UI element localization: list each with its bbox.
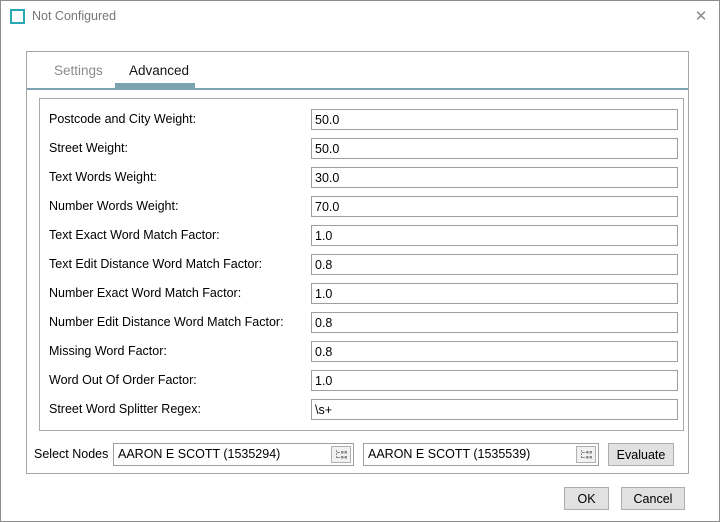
select-nodes-label: Select Nodes	[34, 447, 109, 461]
tab-panel: Settings Advanced Postcode and City Weig…	[26, 51, 689, 474]
window-title: Not Configured	[32, 9, 117, 23]
node-selector-2[interactable]: AARON E SCOTT (1535539)	[363, 443, 599, 466]
form-row: Text Edit Distance Word Match Factor:	[49, 254, 678, 275]
text-edit-distance-word-match-factor-input[interactable]	[311, 254, 678, 275]
app-icon	[10, 9, 25, 24]
field-label: Postcode and City Weight:	[49, 112, 197, 126]
tab-settings[interactable]: Settings	[54, 63, 103, 78]
form-row: Number Words Weight:	[49, 196, 678, 217]
form-row: Number Edit Distance Word Match Factor:	[49, 312, 678, 333]
form-row: Street Weight:	[49, 138, 678, 159]
number-words-weight-input[interactable]	[311, 196, 678, 217]
form-row: Number Exact Word Match Factor:	[49, 283, 678, 304]
tree-select-icon	[581, 450, 592, 459]
text-words-weight-input[interactable]	[311, 167, 678, 188]
node-selector-1[interactable]: AARON E SCOTT (1535294)	[113, 443, 354, 466]
field-label: Word Out Of Order Factor:	[49, 373, 197, 387]
form-row: Text Words Weight:	[49, 167, 678, 188]
form-row: Postcode and City Weight:	[49, 109, 678, 130]
field-label: Street Weight:	[49, 141, 128, 155]
field-label: Number Exact Word Match Factor:	[49, 286, 242, 300]
title-bar: Not Configured ✕	[1, 1, 719, 31]
node-selector-1-value: AARON E SCOTT (1535294)	[118, 447, 281, 461]
form-row: Word Out Of Order Factor:	[49, 370, 678, 391]
field-label: Number Edit Distance Word Match Factor:	[49, 315, 284, 329]
word-out-of-order-factor-input[interactable]	[311, 370, 678, 391]
tree-picker-button[interactable]	[576, 446, 596, 463]
cancel-button[interactable]: Cancel	[621, 487, 685, 510]
tree-select-icon	[336, 450, 347, 459]
number-edit-distance-word-match-factor-input[interactable]	[311, 312, 678, 333]
tree-picker-button[interactable]	[331, 446, 351, 463]
not-configured-dialog: Not Configured ✕ Settings Advanced Postc…	[0, 0, 720, 522]
form-row: Missing Word Factor:	[49, 341, 678, 362]
postcode-city-weight-input[interactable]	[311, 109, 678, 130]
text-exact-word-match-factor-input[interactable]	[311, 225, 678, 246]
field-label: Text Exact Word Match Factor:	[49, 228, 220, 242]
field-label: Missing Word Factor:	[49, 344, 167, 358]
node-selector-2-value: AARON E SCOTT (1535539)	[368, 447, 531, 461]
tab-strip-separator	[27, 88, 688, 90]
advanced-settings-groupbox: Postcode and City Weight: Street Weight:…	[39, 98, 684, 431]
form-row: Text Exact Word Match Factor:	[49, 225, 678, 246]
field-label: Text Words Weight:	[49, 170, 157, 184]
ok-button[interactable]: OK	[564, 487, 609, 510]
form-row: Street Word Splitter Regex:	[49, 399, 678, 420]
evaluate-button[interactable]: Evaluate	[608, 443, 674, 466]
close-icon[interactable]: ✕	[692, 8, 710, 26]
number-exact-word-match-factor-input[interactable]	[311, 283, 678, 304]
street-word-splitter-regex-input[interactable]	[311, 399, 678, 420]
missing-word-factor-input[interactable]	[311, 341, 678, 362]
field-label: Number Words Weight:	[49, 199, 179, 213]
street-weight-input[interactable]	[311, 138, 678, 159]
field-label: Street Word Splitter Regex:	[49, 402, 201, 416]
tab-advanced[interactable]: Advanced	[129, 63, 189, 78]
field-label: Text Edit Distance Word Match Factor:	[49, 257, 263, 271]
